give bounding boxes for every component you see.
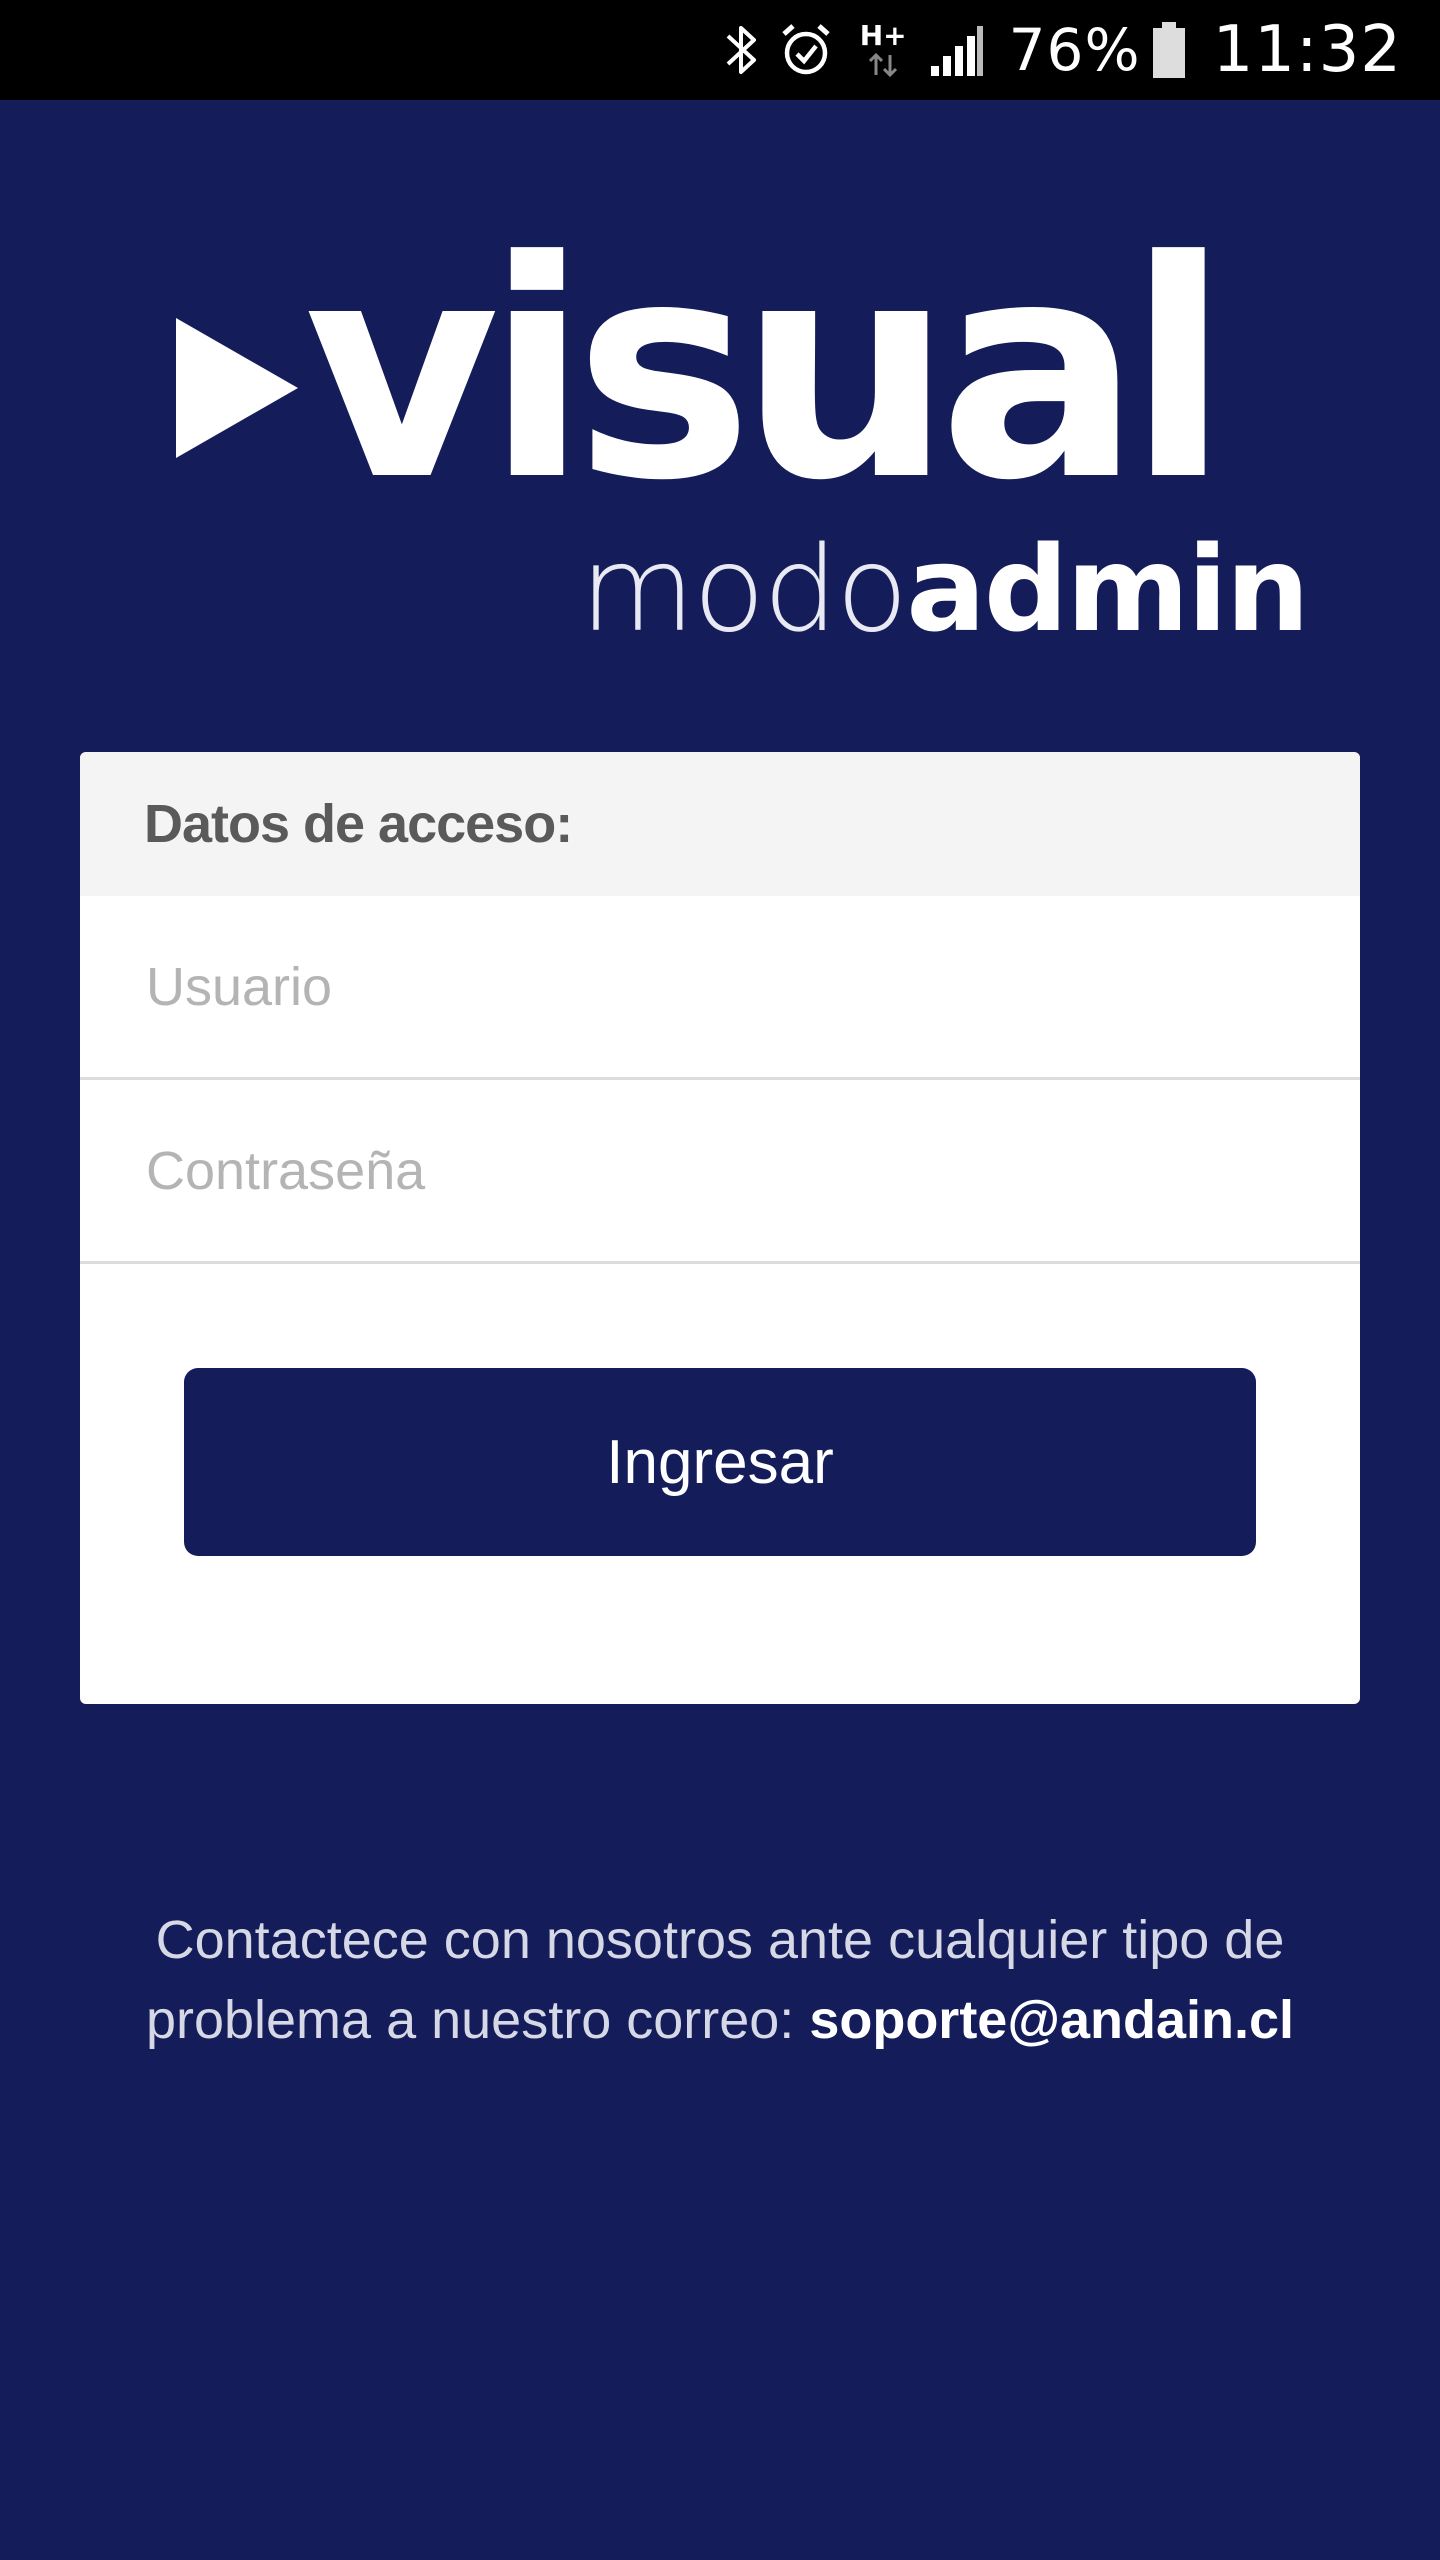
card-header: Datos de acceso: bbox=[80, 752, 1360, 896]
play-icon bbox=[176, 318, 298, 458]
clock-time: 11:32 bbox=[1212, 13, 1402, 87]
logo-subtitle-light: modo bbox=[580, 520, 908, 658]
username-field-row bbox=[80, 896, 1360, 1080]
visual-modoadmin-logo: visual modoadmin bbox=[176, 222, 1310, 650]
battery-icon bbox=[1151, 20, 1187, 80]
battery-percentage: 76% bbox=[1008, 16, 1141, 84]
password-input[interactable] bbox=[144, 1138, 1298, 1203]
password-field-row bbox=[80, 1080, 1360, 1264]
support-contact: Contactece con nosotros ante cualquier t… bbox=[60, 1900, 1380, 2060]
signal-icon bbox=[929, 22, 985, 78]
logo-subtitle: modoadmin bbox=[580, 530, 1310, 649]
network-h-plus-icon: H+ bbox=[860, 21, 907, 79]
alarm-icon bbox=[780, 22, 832, 78]
logo-subtitle-bold: admin bbox=[906, 520, 1310, 658]
network-label: H+ bbox=[859, 19, 907, 52]
logo-word: visual bbox=[304, 197, 1230, 546]
login-button[interactable]: Ingresar bbox=[184, 1368, 1256, 1556]
status-bar: H+ 76% 11:32 bbox=[0, 0, 1440, 100]
support-email-link[interactable]: soporte@andain.cl bbox=[809, 1990, 1294, 2050]
login-card: Datos de acceso: Ingresar bbox=[80, 752, 1360, 1704]
username-input[interactable] bbox=[144, 954, 1298, 1019]
bluetooth-icon bbox=[724, 22, 758, 78]
